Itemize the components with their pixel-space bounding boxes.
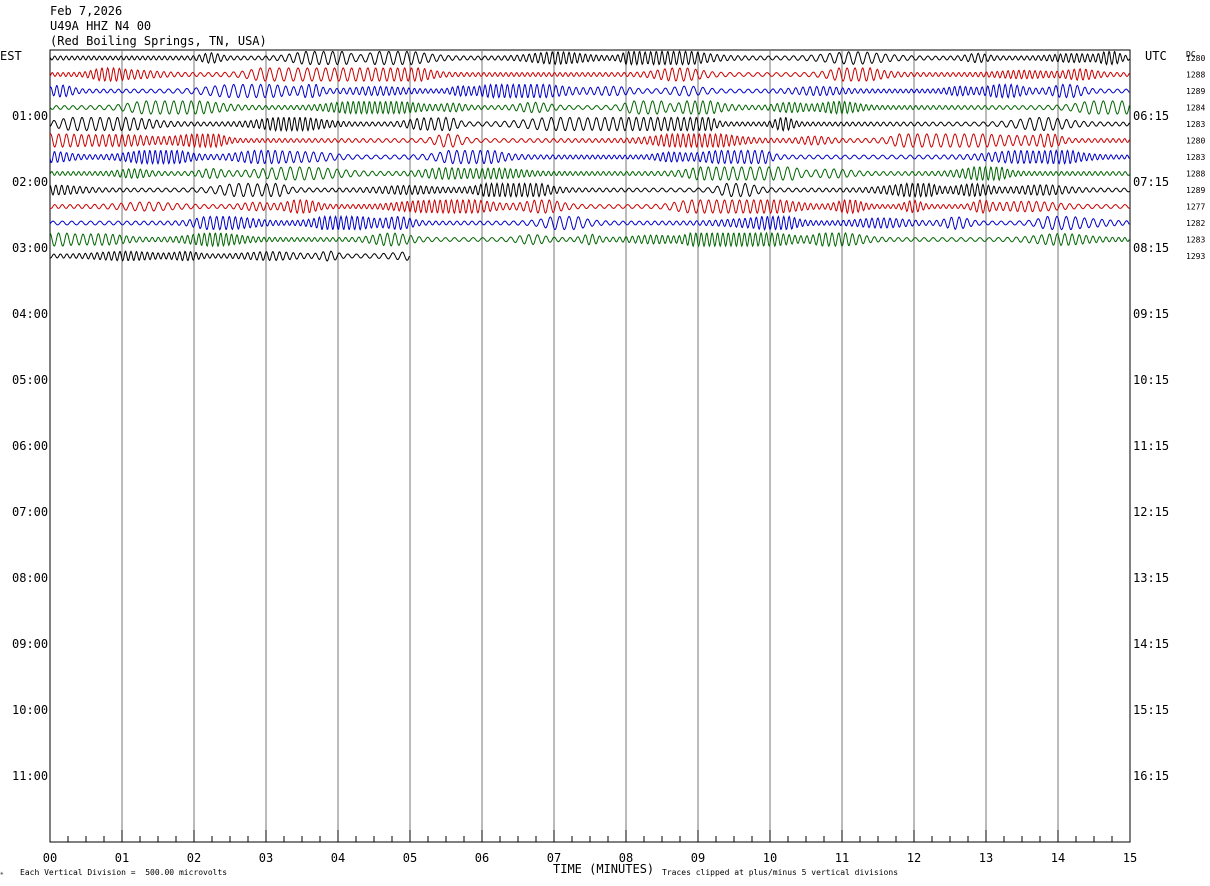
- right-hour-label: 14:15: [1133, 637, 1169, 651]
- left-hour-label: 07:00: [12, 505, 48, 519]
- seismic-trace: [49, 165, 1130, 182]
- dc-offset-value: 1288: [1186, 170, 1205, 179]
- seismic-trace: [49, 198, 1130, 215]
- right-hour-label: 15:15: [1133, 703, 1169, 717]
- dc-offset-value: 1283: [1186, 153, 1205, 162]
- dc-offset-value: 1280: [1186, 137, 1205, 146]
- left-hour-label: 10:00: [12, 703, 48, 717]
- right-hour-label: 16:15: [1133, 769, 1169, 783]
- seismic-trace: [49, 132, 1130, 149]
- x-tick-label: 10: [763, 851, 777, 865]
- dc-offset-value: 1289: [1186, 87, 1205, 96]
- helicorder-chart: 00 01 02 03 04 05 06 07 08 09 10 11 12 13 14 1501:0002:…: [12, 49, 1205, 865]
- seismic-trace: [49, 116, 1130, 132]
- x-tick-label: 04: [331, 851, 345, 865]
- x-tick-label: 02: [187, 851, 201, 865]
- x-axis-label: TIME (MINUTES): [553, 862, 655, 876]
- seismic-trace: [49, 231, 1130, 248]
- seismic-trace: [49, 100, 1130, 115]
- left-hour-label: 06:00: [12, 439, 48, 453]
- x-tick-label: 13: [979, 851, 993, 865]
- x-tick-label: 05: [403, 851, 417, 865]
- dc-offset-value: 1288: [1186, 71, 1205, 80]
- seismic-trace: [49, 83, 1130, 99]
- seismic-trace: [49, 215, 1130, 231]
- scale-note: Each Vertical Division = 500.00 microvol…: [20, 868, 228, 877]
- right-hour-label: 07:15: [1133, 175, 1169, 189]
- dc-offset-value: 1282: [1186, 219, 1205, 228]
- x-tick-label: 11: [835, 851, 849, 865]
- x-tick-label: 15: [1123, 851, 1137, 865]
- dc-offset-value: 1280: [1186, 54, 1205, 63]
- left-hour-label: 01:00: [12, 109, 48, 123]
- seismic-trace: [49, 149, 1130, 165]
- dc-offset-value: 1293: [1186, 252, 1205, 261]
- x-tick-label: 12: [907, 851, 921, 865]
- logo-mark: ✳: [0, 870, 4, 877]
- seismic-trace: [49, 250, 410, 262]
- x-tick-label: 14: [1051, 851, 1065, 865]
- right-hour-label: 13:15: [1133, 571, 1169, 585]
- seismic-trace: [49, 182, 1130, 198]
- right-hour-label: 08:15: [1133, 241, 1169, 255]
- dc-offset-value: 1283: [1186, 120, 1205, 129]
- left-hour-label: 11:00: [12, 769, 48, 783]
- right-hour-label: 06:15: [1133, 109, 1169, 123]
- left-hour-label: 09:00: [12, 637, 48, 651]
- left-hour-label: 05:00: [12, 373, 48, 387]
- right-hour-label: 09:15: [1133, 307, 1169, 321]
- seismic-trace: [49, 66, 1130, 83]
- x-tick-label: 03: [259, 851, 273, 865]
- clip-note: Traces clipped at plus/minus 5 vertical …: [662, 868, 899, 877]
- dc-offset-value: 1284: [1186, 104, 1205, 113]
- dc-offset-value: 1283: [1186, 236, 1205, 245]
- right-hour-label: 11:15: [1133, 439, 1169, 453]
- left-hour-label: 04:00: [12, 307, 48, 321]
- dc-offset-value: 1277: [1186, 203, 1205, 212]
- x-tick-label: 09: [691, 851, 705, 865]
- dc-offset-value: 1289: [1186, 186, 1205, 195]
- x-tick-label: 01: [115, 851, 129, 865]
- left-hour-label: 02:00: [12, 175, 48, 189]
- left-hour-label: 08:00: [12, 571, 48, 585]
- seismic-trace: [49, 50, 1130, 66]
- right-hour-label: 10:15: [1133, 373, 1169, 387]
- left-hour-label: 03:00: [12, 241, 48, 255]
- x-tick-label: 06: [475, 851, 489, 865]
- right-hour-label: 12:15: [1133, 505, 1169, 519]
- x-tick-label: 00: [43, 851, 57, 865]
